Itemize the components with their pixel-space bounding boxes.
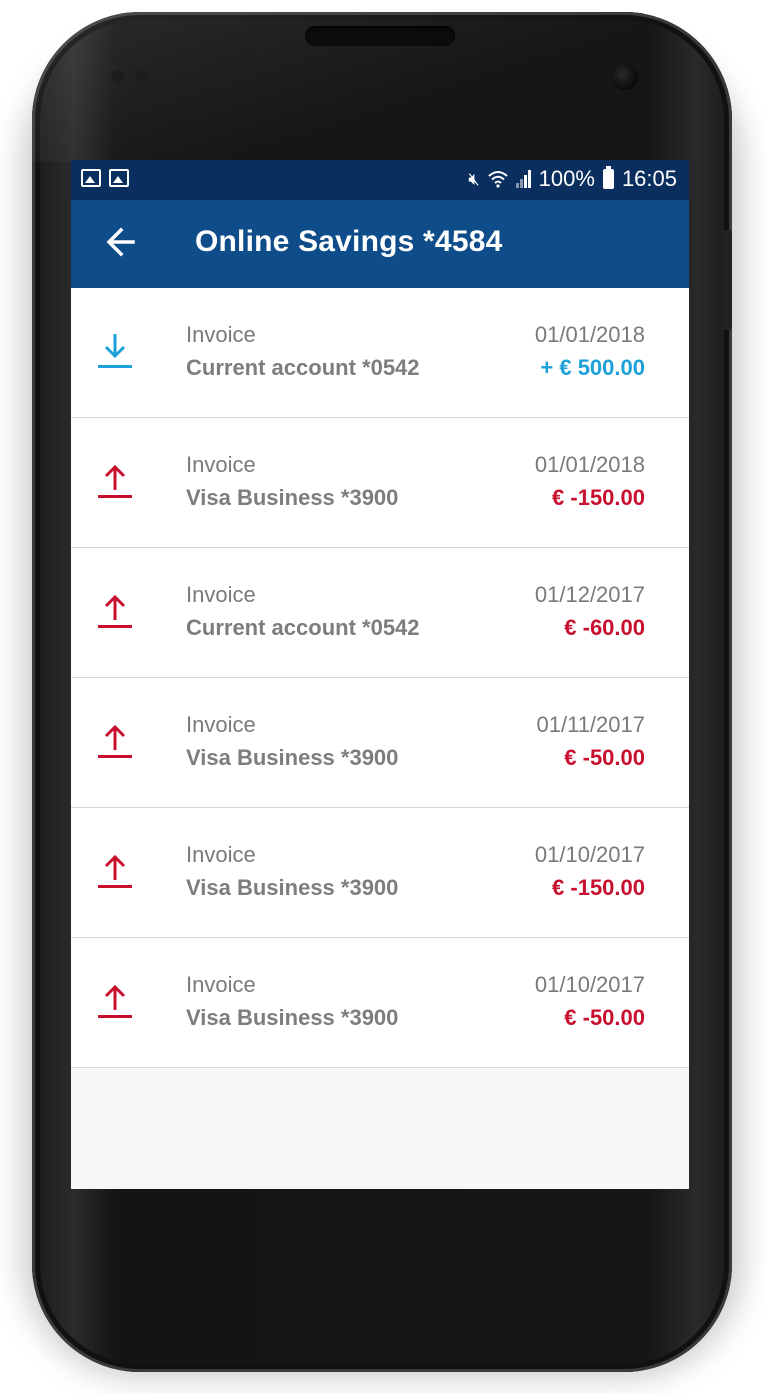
transaction-row[interactable]: Invoice Visa Business *3900 01/10/2017 € -5… — [71, 938, 689, 1068]
upload-icon — [98, 984, 132, 1018]
volume-button — [722, 230, 732, 330]
upload-icon — [98, 594, 132, 628]
transaction-amount: € -150.00 — [552, 485, 645, 510]
transaction-label: Invoice — [186, 322, 256, 347]
transaction-row[interactable]: Invoice Visa Business *3900 01/01/2018 € -1… — [71, 418, 689, 548]
transaction-amount: € -60.00 — [564, 615, 645, 640]
transaction-amount: € -50.00 — [564, 1005, 645, 1030]
transaction-account: Current account *0542 — [186, 615, 420, 640]
earpiece-speaker — [305, 26, 455, 46]
clock: 16:05 — [621, 166, 677, 191]
transaction-label: Invoice — [186, 712, 256, 737]
phone-screen: 🔇︎ 100% 16:05 Online Savings *4584 Invoi… — [71, 160, 689, 1189]
arrow-left-icon[interactable] — [101, 222, 141, 262]
notification-icons — [81, 169, 129, 187]
upload-icon — [98, 724, 132, 758]
proximity-sensor — [112, 70, 124, 82]
transaction-date: 01/01/2018 — [534, 452, 645, 477]
transaction-row[interactable]: Invoice Visa Business *3900 01/10/2017 € -1… — [71, 808, 689, 938]
transaction-amount: € -150.00 — [552, 875, 645, 900]
transaction-date: 01/10/2017 — [534, 842, 645, 867]
transaction-date: 01/10/2017 — [534, 972, 645, 997]
transaction-list: Invoice Current account *0542 01/01/2018 + … — [71, 288, 689, 1068]
transaction-label: Invoice — [186, 842, 256, 867]
transaction-label: Invoice — [186, 452, 256, 477]
battery-percent: 100% — [538, 166, 595, 191]
image-notification-icon — [81, 169, 101, 187]
transaction-account: Visa Business *3900 — [186, 745, 399, 770]
system-icons: 🔇︎ 100% 16:05 — [468, 166, 677, 192]
transaction-account: Visa Business *3900 — [186, 485, 399, 510]
transaction-account: Visa Business *3900 — [186, 1005, 399, 1030]
download-icon — [98, 334, 132, 368]
transaction-label: Invoice — [186, 972, 256, 997]
signal-icon — [515, 170, 531, 188]
wifi-icon — [487, 171, 508, 188]
transaction-label: Invoice — [186, 582, 256, 607]
mute-icon: 🔇︎ — [468, 169, 480, 189]
app-bar: Online Savings *4584 — [71, 200, 689, 288]
upload-icon — [98, 854, 132, 888]
transaction-amount: € -50.00 — [564, 745, 645, 770]
transaction-row[interactable]: Invoice Current account *0542 01/12/2017 € … — [71, 548, 689, 678]
front-camera — [612, 64, 638, 90]
upload-icon — [98, 464, 132, 498]
page-title: Online Savings *4584 — [195, 225, 503, 258]
light-sensor — [136, 70, 148, 82]
transaction-date: 01/12/2017 — [534, 582, 645, 607]
battery-icon — [602, 166, 614, 189]
transaction-amount: + € 500.00 — [540, 355, 645, 380]
transaction-date: 01/01/2018 — [534, 322, 645, 347]
transaction-row[interactable]: Invoice Visa Business *3900 01/11/2017 € -5… — [71, 678, 689, 808]
transaction-account: Current account *0542 — [186, 355, 420, 380]
status-bar: 🔇︎ 100% 16:05 — [71, 160, 689, 200]
transaction-row[interactable]: Invoice Current account *0542 01/01/2018 + … — [71, 288, 689, 418]
transaction-date: 01/11/2017 — [536, 712, 645, 737]
transaction-account: Visa Business *3900 — [186, 875, 399, 900]
image-notification-icon — [109, 169, 129, 187]
